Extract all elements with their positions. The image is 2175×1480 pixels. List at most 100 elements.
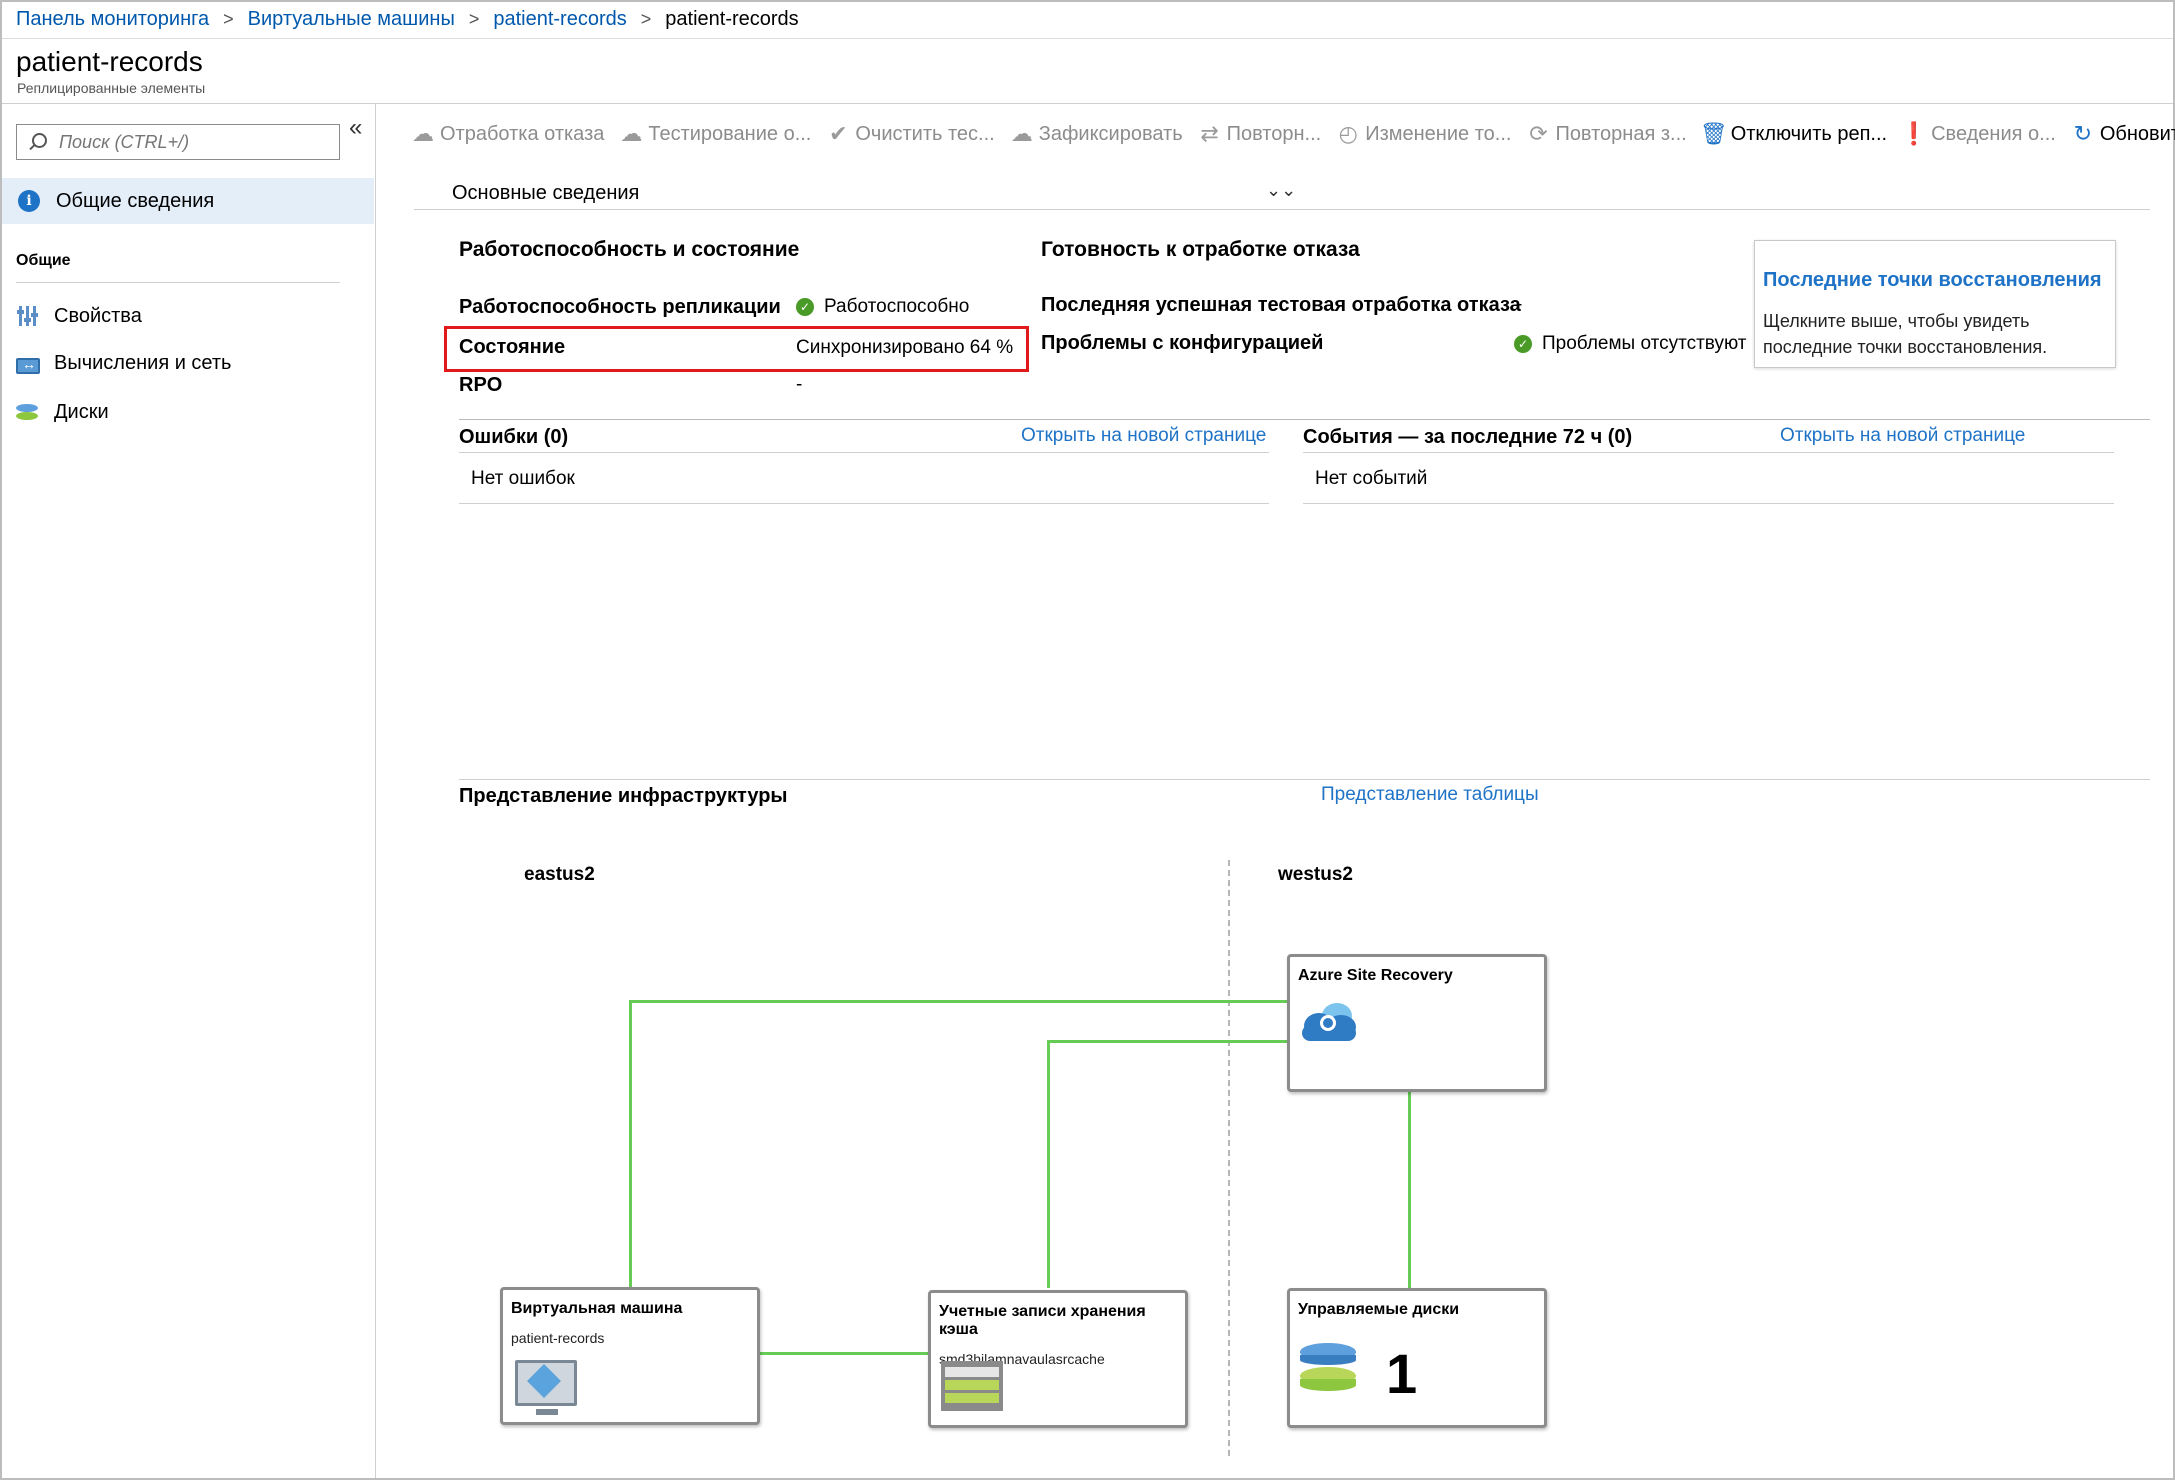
table-view-link[interactable]: Представление таблицы	[1321, 784, 1539, 806]
resync-button[interactable]: ⇄ Повторн...	[1199, 121, 1322, 146]
recovery-points-text: Щелкните выше, чтобы увидеть последние т…	[1763, 311, 2048, 357]
events-empty-text: Нет событий	[1315, 468, 1428, 489]
change-recovery-point-button[interactable]: ◴ Изменение то...	[1337, 121, 1512, 146]
refresh-label: Обновить	[2099, 122, 2175, 145]
breadcrumb-dashboard[interactable]: Панель мониторинга	[16, 8, 209, 31]
cleanup-test-failover-button[interactable]: ✔ Очистить тес...	[827, 121, 995, 146]
connector-vm-vertical	[629, 1000, 632, 1288]
source-region-label: eastus2	[524, 864, 595, 885]
events-heading: События — за последние 72 ч (0)	[1303, 426, 1633, 448]
page-title: patient-records	[16, 46, 203, 77]
resync-label: Повторн...	[1226, 122, 1322, 145]
replication-health-label: Работоспособность репликации	[459, 296, 781, 318]
essentials-toggle[interactable]: Основные сведения	[452, 182, 639, 205]
cloud-recovery-icon	[1300, 1001, 1360, 1041]
connector-cache-asr	[1047, 1040, 1287, 1043]
history-icon: ◴	[1338, 121, 1358, 146]
managed-disks-icon	[1300, 1343, 1356, 1403]
disks-node-title: Управляемые диски	[1298, 1301, 1460, 1318]
test-failover-label: Тестирование о...	[648, 122, 812, 145]
events-bottom-divider	[1303, 503, 2114, 504]
breadcrumb-current: patient-records	[665, 7, 799, 30]
cache-node-title: Учетные записи хранения кэша	[939, 1303, 1146, 1338]
sidebar-item-label: Общие сведения	[56, 189, 215, 212]
failover-icon: ☁	[412, 121, 434, 146]
vm-node[interactable]: Виртуальная машина patient-records	[500, 1287, 760, 1425]
sidebar-item-label: Вычисления и сеть	[54, 352, 232, 374]
trash-icon: 🗑	[1699, 121, 1728, 146]
status-label: Состояние	[459, 336, 566, 358]
breadcrumb-divider	[2, 38, 2173, 39]
asr-node-title: Azure Site Recovery	[1298, 967, 1453, 984]
region-divider	[1228, 860, 1230, 1456]
reprotect-button[interactable]: ⟳ Повторная з...	[1527, 121, 1687, 146]
network-icon	[16, 356, 40, 374]
breadcrumb-separator: >	[468, 8, 480, 29]
sidebar-item-properties[interactable]: Свойства	[16, 304, 142, 328]
vm-node-subtitle: patient-records	[511, 1330, 605, 1346]
sidebar: « i Общие сведения Общие Свойства Вычисл…	[2, 104, 376, 1478]
breadcrumb-separator: >	[223, 8, 234, 29]
refresh-button[interactable]: ↻ Обновить	[2072, 121, 2175, 146]
failover-button[interactable]: ☁ Отработка отказа	[412, 121, 605, 146]
commit-cloud-icon: ☁	[1010, 121, 1033, 146]
chevron-double-down-icon[interactable]: ⌄⌄	[1266, 180, 1296, 201]
breadcrumb-virtual-machines[interactable]: Виртуальные машины	[248, 8, 455, 31]
ok-check-icon: ✓	[1514, 335, 1532, 353]
connector-cache-vertical	[1047, 1040, 1050, 1288]
breadcrumb-separator: >	[640, 8, 652, 29]
errors-divider	[459, 452, 1269, 453]
search-box[interactable]	[16, 124, 340, 160]
rpo-value: -	[796, 374, 803, 395]
errors-empty-text: Нет ошибок	[471, 468, 575, 489]
events-open-link[interactable]: Открыть на новой странице	[1780, 425, 2025, 447]
sidebar-item-compute-network[interactable]: Вычисления и сеть	[16, 352, 231, 375]
errors-open-link[interactable]: Открыть на новой странице	[1021, 425, 1266, 447]
commit-button[interactable]: ☁ Зафиксировать	[1010, 121, 1183, 146]
sidebar-item-overview[interactable]: i Общие сведения	[2, 178, 374, 224]
breadcrumb-vault[interactable]: patient-records	[493, 8, 626, 31]
errors-heading: Ошибки (0)	[459, 426, 569, 448]
sidebar-item-disks[interactable]: Диски	[16, 400, 109, 424]
sidebar-section-divider	[16, 282, 340, 283]
connector-vm-asr	[629, 1000, 1287, 1003]
status-value: Синхронизировано 64 %	[796, 337, 1014, 358]
last-test-failover-label: Последняя успешная тестовая отработка от…	[1041, 294, 1521, 316]
cache-storage-node[interactable]: Учетные записи хранения кэша smd3hjlamna…	[928, 1290, 1188, 1428]
search-input[interactable]	[59, 131, 319, 153]
connector-asr-disks	[1408, 1092, 1411, 1288]
storage-account-icon	[941, 1361, 1003, 1411]
swap-arrows-icon: ⇄	[1200, 121, 1219, 146]
asr-node[interactable]: Azure Site Recovery	[1287, 954, 1547, 1092]
error-details-button[interactable]: ❗ Сведения о...	[1900, 121, 2055, 146]
cleanup-test-label: Очистить тес...	[855, 122, 995, 145]
config-issues-value: ✓ Проблемы отсутствуют	[1514, 333, 1747, 355]
rpo-label: RPO	[459, 374, 503, 396]
recovery-points-card: Последние точки восстановления Щелкните …	[1754, 240, 2116, 368]
reprotect-icon: ⟳	[1529, 121, 1548, 146]
failover-label: Отработка отказа	[440, 122, 605, 145]
infrastructure-divider	[459, 779, 2150, 780]
failover-readiness-heading: Готовность к отработке отказа	[1041, 238, 1360, 261]
virtual-machine-icon	[515, 1360, 577, 1415]
checkmark-icon: ✔	[829, 121, 848, 146]
disable-replication-button[interactable]: 🗑 Отключить реп...	[1699, 121, 1888, 146]
connector-vm-cache	[760, 1352, 930, 1355]
disable-replication-label: Отключить реп...	[1730, 122, 1888, 145]
managed-disks-node[interactable]: Управляемые диски 1	[1287, 1288, 1547, 1428]
page-subtitle: Реплицированные элементы	[17, 80, 206, 96]
recovery-points-link[interactable]: Последние точки восстановления	[1763, 269, 2107, 292]
vm-node-title: Виртуальная машина	[511, 1300, 683, 1317]
commit-label: Зафиксировать	[1038, 122, 1183, 145]
reprotect-label: Повторная з...	[1555, 122, 1687, 145]
last-test-failover-value: -	[1516, 294, 1523, 315]
essentials-divider	[414, 209, 2150, 210]
ok-check-icon: ✓	[796, 298, 814, 316]
breadcrumb: Панель мониторинга > Виртуальные машины …	[16, 6, 799, 32]
properties-icon	[16, 304, 40, 328]
sidebar-section-general: Общие	[16, 252, 71, 269]
test-failover-button[interactable]: ☁ Тестирование о...	[620, 121, 812, 146]
replication-health-text: Работоспособно	[824, 296, 970, 317]
section-divider	[459, 419, 2150, 420]
collapse-sidebar-icon[interactable]: «	[349, 114, 362, 142]
